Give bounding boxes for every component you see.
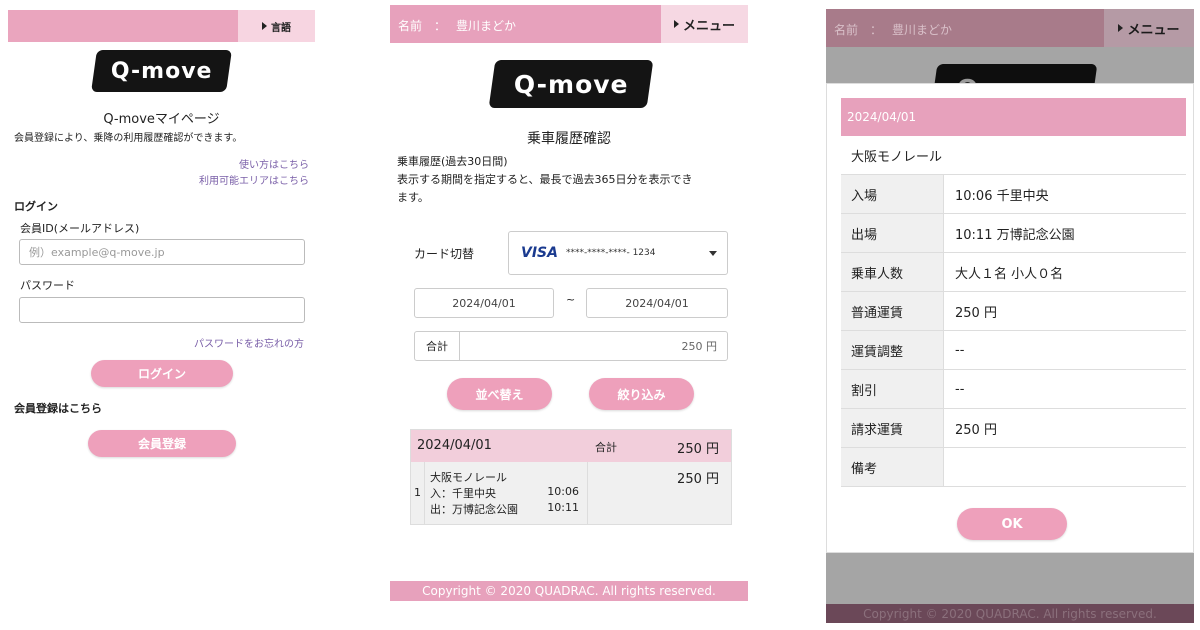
- trip-detail-modal: 2024/04/01 大阪モノレール 入場 10:06 千里中央 出場 10:1…: [826, 83, 1194, 553]
- caret-right-icon: [262, 22, 267, 30]
- total-field: 合計 250 円: [414, 331, 728, 361]
- menu-button[interactable]: メニュー: [661, 5, 748, 43]
- row-value: 250 円: [955, 305, 997, 321]
- history-screen: 名前 ： 豊川まどか メニュー Q-move 乗車履歴確認 乗車履歴(過去30日…: [390, 5, 748, 601]
- register-button[interactable]: 会員登録: [88, 430, 236, 457]
- exit-time: 10:11: [547, 501, 579, 514]
- exit-station: 出：万博記念公園: [430, 503, 518, 516]
- history-table: 2024/04/01 合計 250 円 1 大阪モノレール 入：千里中央 10:…: [410, 429, 732, 525]
- name-label: 名前: [398, 19, 423, 33]
- login-screen: 言語 Q-move Q-moveマイページ 会員登録により、乗降の利用履歴確認が…: [8, 10, 315, 465]
- modal-row-regular-fare: 普通運賃 250 円: [841, 292, 1186, 331]
- trip-detail: 大阪モノレール 入：千里中央 10:06 出：万博記念公園 10:11: [424, 462, 588, 524]
- row-index: 1: [414, 486, 421, 499]
- menu-label: メニュー: [1127, 22, 1180, 38]
- row-label: 割引: [841, 370, 944, 408]
- visa-icon: VISA: [521, 245, 558, 261]
- row-value: 10:11 万博記念公園: [955, 227, 1075, 243]
- member-id-input[interactable]: 例）example@q-move.jp: [19, 239, 305, 265]
- card-select[interactable]: VISA ****-****-****- 1234: [508, 231, 728, 275]
- table-row[interactable]: 1 大阪モノレール 入：千里中央 10:06 出：万博記念公園 10:11 25…: [411, 462, 731, 524]
- modal-row-billed-fare: 請求運賃 250 円: [841, 409, 1186, 448]
- menu-button[interactable]: メニュー: [1104, 9, 1194, 47]
- user-name: 豊川まどか: [456, 19, 517, 33]
- caret-right-icon: [1118, 24, 1124, 32]
- qmove-logo: Q-move: [488, 60, 654, 108]
- card-switch-label: カード切替: [414, 247, 475, 261]
- filter-button[interactable]: 絞り込み: [589, 378, 694, 410]
- menu-label: メニュー: [682, 18, 735, 34]
- page-title: 乗車履歴確認: [527, 131, 611, 147]
- row-label: 請求運賃: [841, 409, 944, 447]
- operator-name: 大阪モノレール: [851, 149, 943, 165]
- row-label: 入場: [841, 175, 944, 213]
- login-heading: ログイン: [14, 200, 58, 213]
- password-input[interactable]: [19, 297, 305, 323]
- row-fare: 250 円: [677, 472, 719, 487]
- row-value: 10:06 千里中央: [955, 188, 1049, 204]
- description-line3: ます。: [397, 191, 429, 204]
- password-label: パスワード: [20, 279, 75, 292]
- entry-time: 10:06: [547, 485, 579, 498]
- operator-name: 大阪モノレール: [430, 471, 507, 484]
- row-value: 250 円: [955, 422, 997, 438]
- member-id-label: 会員ID(メールアドレス): [20, 222, 140, 235]
- date-separator: ~: [566, 293, 576, 306]
- copyright-footer: Copyright © 2020 QUADRAC. All rights res…: [390, 581, 748, 601]
- copyright-footer: Copyright © 2020 QUADRAC. All rights res…: [826, 604, 1194, 623]
- card-number: ****-****-****- 1234: [565, 248, 656, 258]
- description-line1: 乗車履歴(過去30日間): [397, 155, 508, 168]
- description-text: 会員登録により、乗降の利用履歴確認ができます。: [14, 133, 243, 144]
- table-header: 2024/04/01 合計 250 円: [411, 430, 731, 462]
- user-name: 豊川まどか: [892, 23, 953, 37]
- caret-right-icon: [673, 20, 679, 28]
- chevron-down-icon: [709, 251, 717, 256]
- register-heading: 会員登録はこちら: [14, 402, 102, 415]
- result-date: 2024/04/01: [417, 438, 492, 453]
- name-colon: ：: [870, 23, 883, 37]
- modal-row-fare-adjustment: 運賃調整 --: [841, 331, 1186, 370]
- modal-row-notes: 備考: [841, 448, 1186, 487]
- name-colon: ：: [434, 19, 447, 33]
- name-label: 名前: [834, 23, 859, 37]
- language-label: 言語: [271, 22, 291, 34]
- modal-row-exit: 出場 10:11 万博記念公園: [841, 214, 1186, 253]
- qmove-logo: Q-move: [91, 50, 232, 92]
- row-value: --: [955, 342, 965, 358]
- forgot-password-link[interactable]: パスワードをお忘れの方: [194, 335, 304, 350]
- ok-button[interactable]: OK: [957, 508, 1067, 540]
- howto-link[interactable]: 使い方はこちら: [239, 156, 309, 171]
- row-label: 出場: [841, 214, 944, 252]
- modal-row-passengers: 乗車人数 大人１名 小人０名: [841, 253, 1186, 292]
- row-value: --: [955, 381, 965, 397]
- language-button[interactable]: 言語: [238, 10, 315, 42]
- date-from-input[interactable]: 2024/04/01: [414, 288, 554, 318]
- row-label: 乗車人数: [841, 253, 944, 291]
- row-value: 大人１名 小人０名: [955, 266, 1064, 282]
- row-label: 備考: [841, 448, 944, 486]
- login-button[interactable]: ログイン: [91, 360, 233, 387]
- result-total-value: 250 円: [677, 442, 719, 457]
- modal-row-entry: 入場 10:06 千里中央: [841, 175, 1186, 214]
- description-line2: 表示する期間を指定すると、最長で過去365日分を表示でき: [397, 173, 693, 186]
- total-value: 250 円: [681, 340, 718, 353]
- detail-screen: 名前 ： 豊川まどか メニュー Q-move 2024/04/01 大阪モノレー…: [826, 9, 1194, 623]
- row-label: 普通運賃: [841, 292, 944, 330]
- modal-date-header: 2024/04/01: [841, 98, 1186, 136]
- area-link[interactable]: 利用可能エリアはこちら: [199, 172, 309, 187]
- entry-station: 入：千里中央: [430, 487, 496, 500]
- modal-operator-row: 大阪モノレール: [841, 136, 1186, 175]
- date-to-input[interactable]: 2024/04/01: [586, 288, 728, 318]
- row-label: 運賃調整: [841, 331, 944, 369]
- total-label: 合計: [415, 332, 460, 360]
- sort-button[interactable]: 並べ替え: [447, 378, 552, 410]
- page-title: Q-moveマイページ: [103, 112, 220, 127]
- result-total-label: 合計: [595, 441, 617, 454]
- modal-row-discount: 割引 --: [841, 370, 1186, 409]
- row-value: [945, 448, 1186, 486]
